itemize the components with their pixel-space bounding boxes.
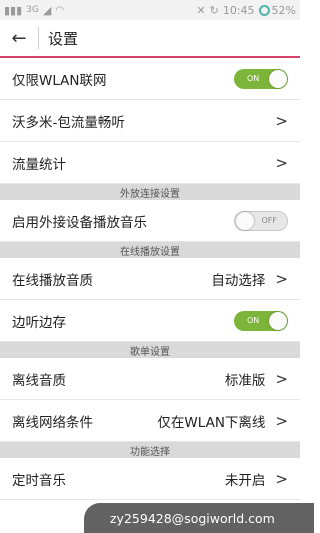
clock: 10:45 [222,3,255,17]
settings-list: 仅限WLAN联网 ON 沃多米-包流量畅听 > 流量统计 > 外放连接设置 启用… [0,58,300,500]
watermark: zy259428@sogiworld.com [84,503,314,533]
chevron-right-icon: > [275,369,288,388]
setting-offline-quality[interactable]: 离线音质 标准版 > [0,358,300,400]
chevron-right-icon: > [275,153,288,172]
setting-online-quality[interactable]: 在线播放音质 自动选择 > [0,258,300,300]
battery: 52% [258,3,296,17]
external-play-toggle[interactable]: OFF [234,210,288,231]
signal-strength-icon: ◢ [42,3,52,17]
toggle-knob [236,211,254,230]
signal-icon: ▮▮▮ [4,3,23,17]
chevron-right-icon: > [275,411,288,430]
chevron-right-icon: > [275,469,288,488]
page-title: 设置 [48,29,79,48]
setting-label: 沃多米-包流量畅听 [12,114,125,131]
setting-label: 流量统计 [12,156,66,173]
setting-label: 离线音质 [12,372,66,389]
chevron-right-icon: > [275,269,288,288]
toggle-state: ON [247,73,260,83]
status-bar: ▮▮▮ 3G ◢ ◠ ✕ ↻ 10:45 52% [0,0,300,20]
setting-label: 定时音乐 [12,472,66,489]
setting-label: 边听边存 [12,314,66,331]
battery-icon [258,4,270,16]
wlan-only-toggle[interactable]: ON [234,68,288,89]
setting-label: 仅限WLAN联网 [12,72,107,89]
sync-icon: ↻ [209,3,219,17]
chevron-right-icon: > [275,111,288,130]
setting-value: 仅在WLAN下离线 [157,414,266,431]
status-right: ✕ ↻ 10:45 52% [196,4,296,17]
section-header-external: 外放连接设置 [0,184,300,200]
section-header-feature: 功能选择 [0,442,300,458]
app-bar: ← 设置 [0,20,300,58]
arrow-left-icon: ← [11,27,27,49]
listen-cache-toggle[interactable]: ON [234,310,288,331]
network-type: 3G [26,5,39,15]
section-header-playlist: 歌单设置 [0,342,300,358]
toggle-knob [269,311,287,330]
setting-value: 自动选择 [211,272,266,289]
setting-label: 启用外接设备播放音乐 [12,214,147,231]
toggle-knob [269,69,287,88]
wifi-icon: ◠ [55,4,65,16]
battery-level: 52% [271,3,296,17]
setting-wlan-only[interactable]: 仅限WLAN联网 ON [0,58,300,100]
status-left: ▮▮▮ 3G ◢ ◠ [4,4,64,17]
setting-external-play[interactable]: 启用外接设备播放音乐 OFF [0,200,300,242]
section-header-online: 在线播放设置 [0,242,300,258]
setting-data-package[interactable]: 沃多米-包流量畅听 > [0,100,300,142]
toggle-state: ON [247,315,260,325]
setting-value: 未开启 [224,472,266,489]
setting-timer-music[interactable]: 定时音乐 未开启 > [0,458,300,500]
setting-listen-cache[interactable]: 边听边存 ON [0,300,300,342]
setting-value: 标准版 [224,372,266,389]
toggle-state: OFF [261,215,278,225]
setting-offline-network[interactable]: 离线网络条件 仅在WLAN下离线 > [0,400,300,442]
setting-label: 在线播放音质 [12,272,93,289]
mute-icon: ✕ [196,3,206,17]
back-button[interactable]: ← [0,20,38,56]
setting-label: 离线网络条件 [12,414,93,431]
setting-traffic-stats[interactable]: 流量统计 > [0,142,300,184]
